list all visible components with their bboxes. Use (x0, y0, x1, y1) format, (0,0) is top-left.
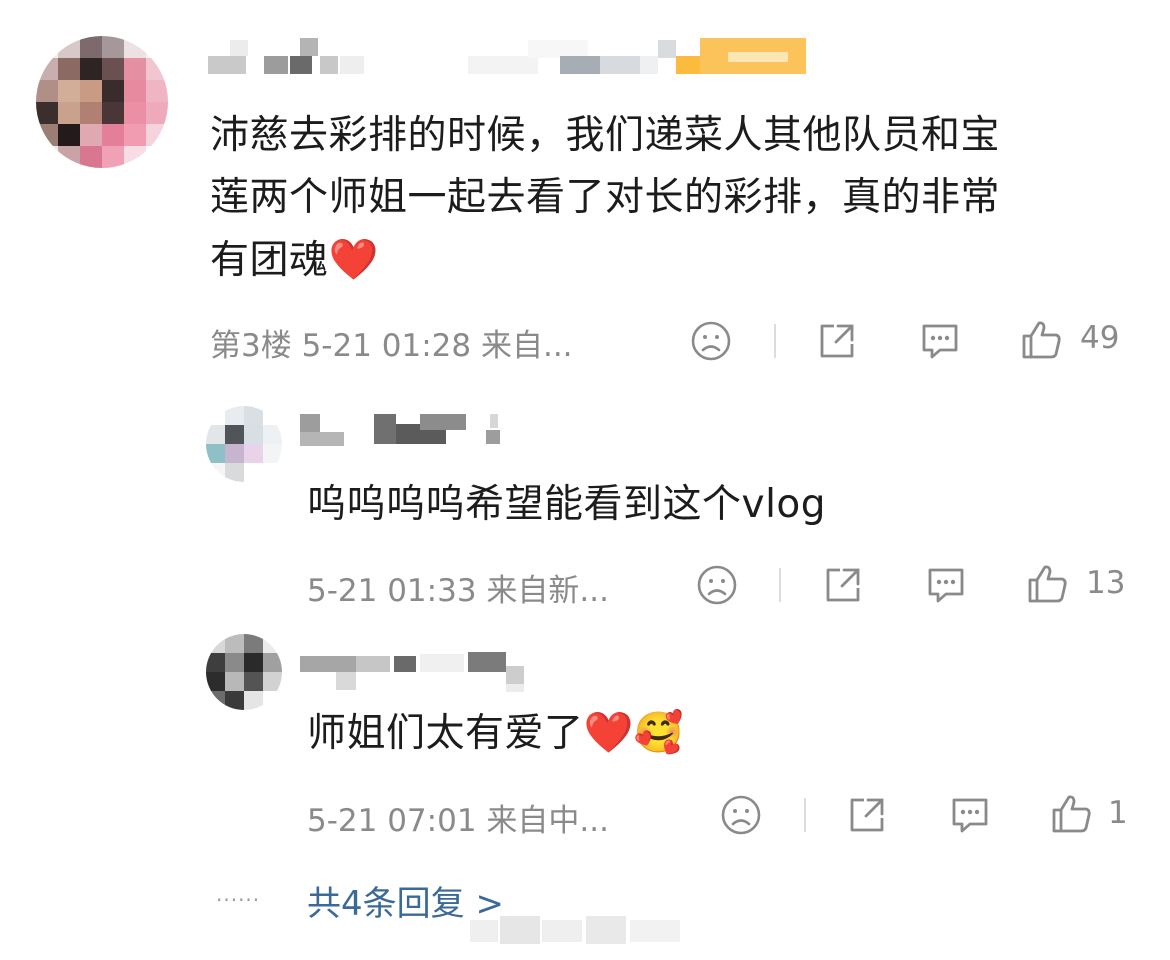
sad-face-icon[interactable] (720, 794, 762, 836)
thumbs-up-icon[interactable] (1020, 318, 1064, 362)
share-icon[interactable] (846, 794, 888, 836)
comment-icon[interactable] (918, 320, 962, 362)
username-blurred[interactable] (300, 410, 540, 450)
watermark-blur (470, 916, 690, 946)
comment-meta: 5-21 07:01 来自中... (307, 803, 609, 839)
username-blurred[interactable] (300, 648, 540, 692)
reply-text: 师姐们太有爱了❤️🥰 (307, 710, 685, 756)
like-count: 13 (1086, 565, 1126, 601)
dotted-leader: ...... (216, 882, 261, 906)
share-icon[interactable] (816, 320, 858, 362)
thumbs-up-icon[interactable] (1026, 562, 1070, 606)
divider (804, 798, 806, 832)
avatar[interactable] (206, 406, 282, 482)
reply-text: 呜呜呜呜希望能看到这个vlog (307, 482, 827, 527)
like-count: 1 (1108, 795, 1128, 831)
comment-meta: 5-21 01:33 来自新... (307, 573, 609, 609)
like-count: 49 (1080, 320, 1120, 356)
divider (779, 568, 781, 602)
divider (774, 324, 776, 358)
avatar[interactable] (36, 36, 168, 168)
share-icon[interactable] (822, 564, 864, 606)
username-blurred[interactable] (208, 38, 808, 78)
sad-face-icon[interactable] (696, 564, 738, 606)
sad-face-icon[interactable] (690, 320, 732, 362)
heart-emoji: ❤️ (583, 710, 634, 756)
avatar[interactable] (206, 634, 282, 710)
hugging-face-emoji: 🥰 (633, 710, 685, 756)
comment-text: 沛慈去彩排的时候，我们递菜人其他队员和宝 莲两个师姐一起去看了对长的彩排，真的非… (210, 113, 1001, 283)
heart-emoji: ❤️ (328, 237, 379, 283)
comment-icon[interactable] (948, 794, 992, 836)
thumbs-up-icon[interactable] (1050, 792, 1094, 836)
comment-icon[interactable] (924, 564, 968, 606)
comment-meta: 第3楼 5-21 01:28 来自... (210, 328, 573, 364)
